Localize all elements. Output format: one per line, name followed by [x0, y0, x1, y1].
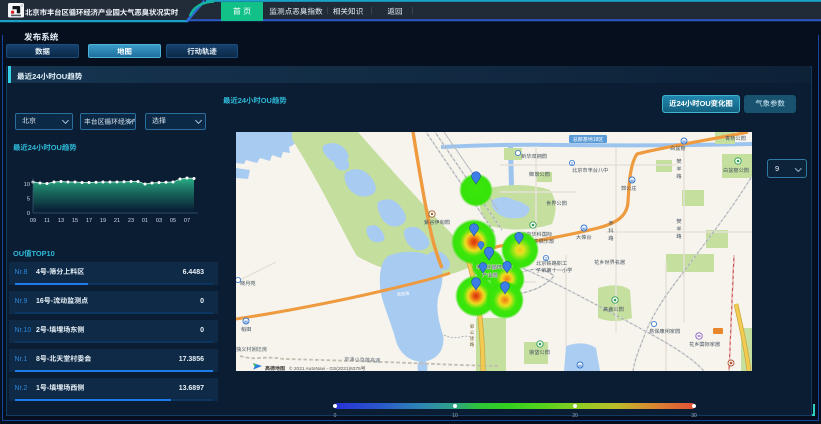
svg-text:总部基地18区: 总部基地18区 [573, 136, 604, 143]
svg-text:01: 01 [142, 216, 148, 224]
svg-text:北京铁路职工: 北京铁路职工 [536, 260, 567, 267]
svg-text:晓月苑: 晓月苑 [240, 280, 256, 287]
svg-text:© 2021 AutoNavi - GS(2021)6375: © 2021 AutoNavi - GS(2021)6375号 [289, 365, 366, 371]
svg-text:郭公庄路: 郭公庄路 [469, 324, 475, 348]
svg-text:30: 30 [691, 412, 697, 419]
svg-text:高鑫公园: 高鑫公园 [603, 306, 624, 313]
svg-text:独义村回迁房: 独义村回迁房 [236, 346, 267, 353]
svg-text:世界公园: 世界公园 [546, 200, 567, 207]
svg-text:07: 07 [184, 216, 190, 224]
svg-text:高德地图: 高德地图 [265, 365, 285, 371]
svg-text:丰科路: 丰科路 [607, 220, 614, 243]
svg-text:花乡世界名居: 花乡世界名居 [594, 259, 625, 266]
svg-text:新华双拥园: 新华双拥园 [521, 153, 547, 160]
svg-text:青杨公园: 青杨公园 [725, 135, 746, 142]
svg-text:21: 21 [114, 216, 120, 224]
svg-text:0: 0 [334, 412, 337, 419]
svg-text:产业园: 产业园 [482, 272, 498, 279]
svg-text:易保康闲家园: 易保康闲家园 [649, 328, 680, 335]
svg-text:文: 文 [570, 161, 574, 167]
svg-text:紫谷伊甸园: 紫谷伊甸园 [424, 219, 450, 226]
svg-text:郭公庄: 郭公庄 [621, 185, 637, 192]
svg-text:狼垡公园: 狼垡公园 [529, 349, 550, 356]
svg-text:御景公园: 御景公园 [529, 171, 550, 178]
svg-text:13: 13 [58, 216, 64, 224]
svg-text:17: 17 [86, 216, 92, 224]
svg-text:京津小京雄高速: 京津小京雄高速 [344, 356, 381, 364]
svg-text:子弟第十一小学: 子弟第十一小学 [536, 267, 572, 274]
svg-text:稻田: 稻田 [241, 326, 251, 333]
svg-text:11: 11 [44, 216, 50, 224]
svg-text:10: 10 [452, 412, 458, 419]
svg-text:23: 23 [128, 216, 134, 224]
svg-text:花乡国际家居: 花乡国际家居 [689, 341, 720, 348]
svg-text:15: 15 [72, 216, 78, 224]
svg-text:文: 文 [544, 256, 548, 262]
svg-text:白盆窑: 白盆窑 [670, 145, 686, 152]
svg-text:10: 10 [24, 180, 30, 188]
svg-text:20: 20 [572, 412, 578, 419]
svg-text:5: 5 [27, 195, 30, 203]
svg-text:樊羊路: 樊羊路 [675, 158, 682, 181]
svg-text:03: 03 [156, 216, 162, 224]
svg-text:09: 09 [30, 216, 36, 224]
svg-text:05: 05 [170, 216, 176, 224]
svg-text:大葆台: 大葆台 [576, 234, 592, 241]
svg-text:19: 19 [100, 216, 106, 224]
svg-text:北京市丰台八中: 北京市丰台八中 [572, 167, 608, 174]
svg-text:白盆窑公园: 白盆窑公园 [723, 167, 749, 174]
svg-text:樊羊路: 樊羊路 [675, 218, 682, 241]
